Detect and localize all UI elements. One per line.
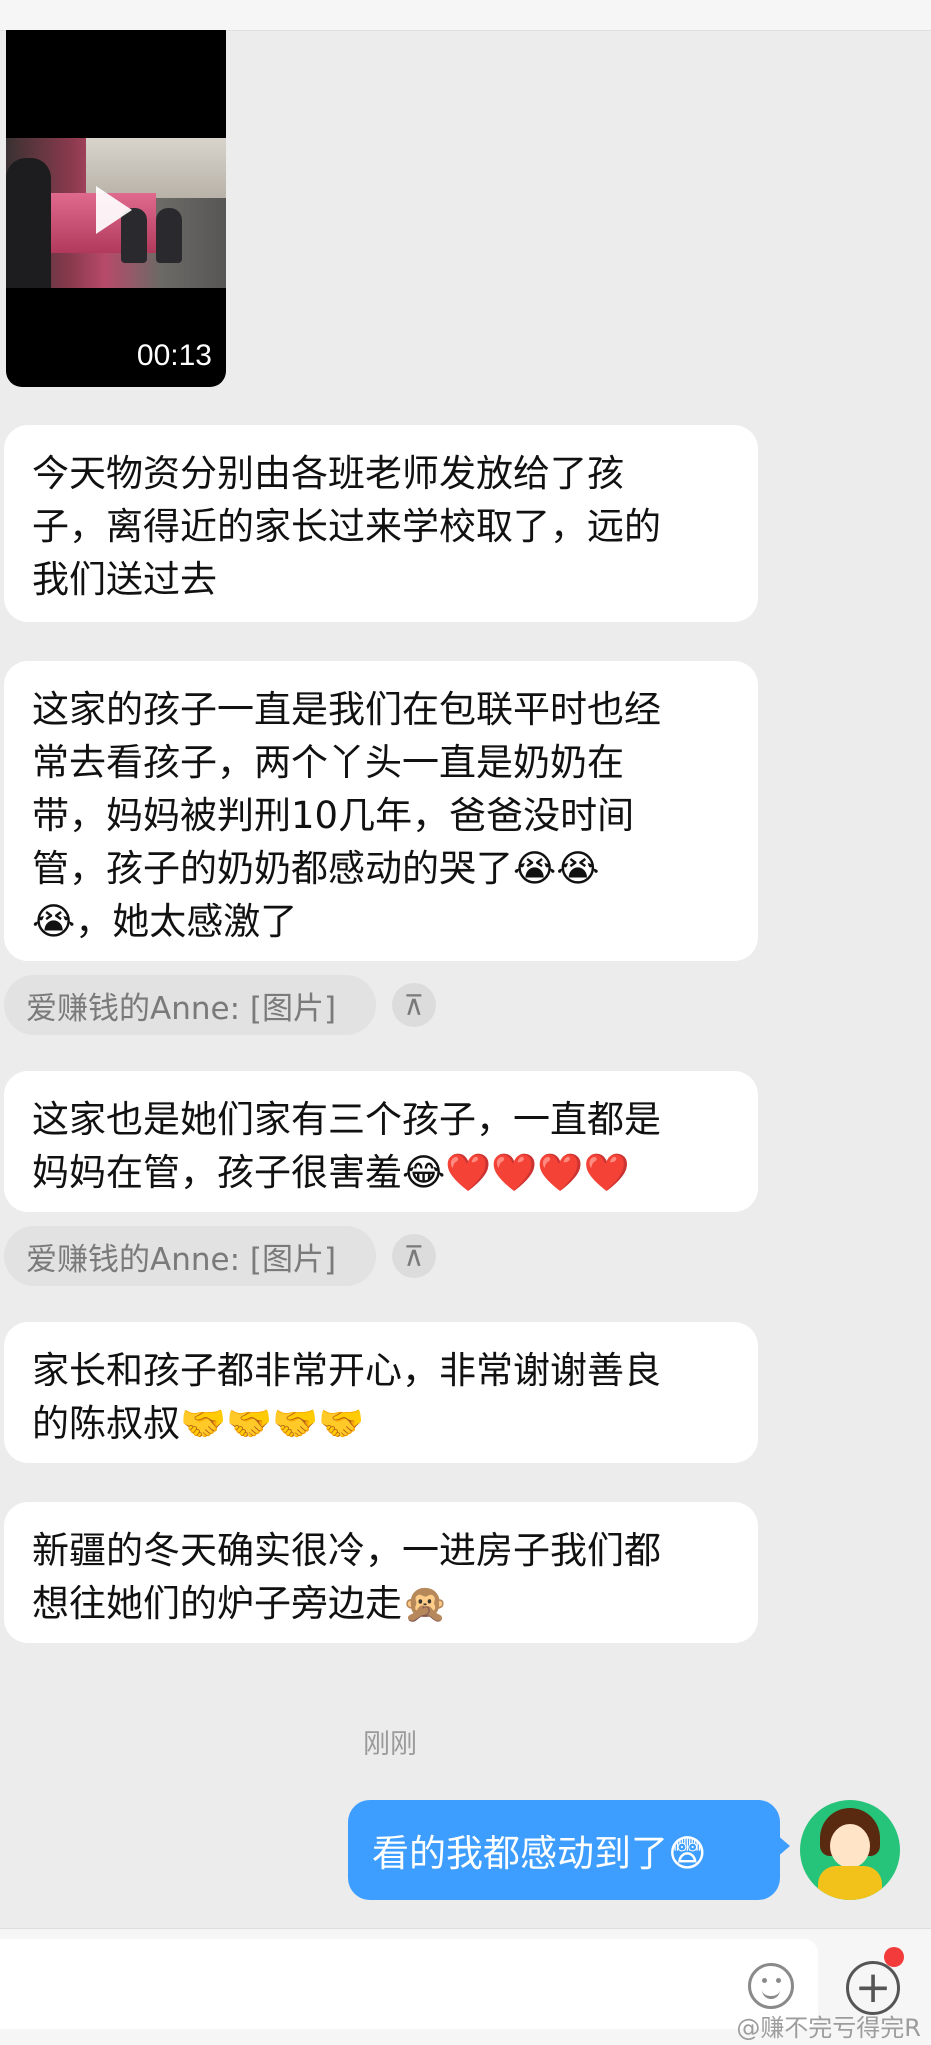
- message-input[interactable]: [0, 1939, 818, 2029]
- smiley-icon[interactable]: [748, 1963, 794, 2009]
- scroll-to-quote-icon[interactable]: ⊼: [392, 1234, 436, 1278]
- video-duration: 00:13: [136, 339, 212, 372]
- message-bubble[interactable]: 这家也是她们家有三个孩子，一直都是 妈妈在管，孩子很害羞😂❤️❤️❤️❤️: [4, 1071, 758, 1212]
- notification-dot: [884, 1947, 904, 1967]
- my-message-bubble[interactable]: 看的我都感动到了😨: [348, 1800, 780, 1900]
- avatar[interactable]: [800, 1800, 900, 1900]
- play-icon[interactable]: [96, 186, 132, 234]
- quoted-reply-text: 爱赚钱的Anne: [图片]: [26, 1241, 337, 1278]
- message-bubble[interactable]: 新疆的冬天确实很冷，一进房子我们都 想往她们的炉子旁边走🙊: [4, 1502, 758, 1643]
- message-line: 常去看孩子，两个丫头一直是奶奶在: [32, 741, 624, 784]
- quoted-reply[interactable]: 爱赚钱的Anne: [图片]: [4, 1226, 376, 1286]
- watermark: @赚不完亏得完R: [736, 2014, 921, 2042]
- bubble-tail: [776, 1834, 790, 1858]
- message-line: 带，妈妈被判刑10几年，爸爸没时间: [32, 794, 635, 837]
- my-message-text: 看的我都感动到了😨: [372, 1832, 707, 1875]
- plus-icon[interactable]: +: [846, 1961, 900, 2015]
- message-line: 子，离得近的家长过来学校取了，远的: [32, 505, 661, 548]
- message-line: 管，孩子的奶奶都感动的哭了😭😭: [32, 847, 600, 890]
- video-thumbnail: [6, 138, 226, 288]
- scroll-to-quote-icon[interactable]: ⊼: [392, 983, 436, 1027]
- message-line: 😭，她太感激了: [32, 900, 298, 943]
- message-line: 新疆的冬天确实很冷，一进房子我们都: [32, 1529, 661, 1572]
- message-line: 这家也是她们家有三个孩子，一直都是: [32, 1098, 661, 1141]
- quoted-reply[interactable]: 爱赚钱的Anne: [图片]: [4, 975, 376, 1035]
- message-line: 今天物资分别由各班老师发放给了孩: [32, 452, 624, 495]
- message-timestamp: 刚刚: [363, 1729, 417, 1760]
- message-line: 想往她们的炉子旁边走🙊: [32, 1582, 449, 1625]
- message-line: 我们送过去: [32, 558, 217, 601]
- message-line: 妈妈在管，孩子很害羞😂❤️❤️❤️❤️: [32, 1151, 630, 1194]
- video-message[interactable]: 00:13: [6, 30, 226, 387]
- message-line: 这家的孩子一直是我们在包联平时也经: [32, 688, 661, 731]
- message-line: 家长和孩子都非常开心，非常谢谢善良: [32, 1349, 661, 1392]
- message-bubble[interactable]: 家长和孩子都非常开心，非常谢谢善良 的陈叔叔🤝🤝🤝🤝: [4, 1322, 758, 1463]
- message-line: 的陈叔叔🤝🤝🤝🤝: [32, 1402, 365, 1445]
- message-bubble[interactable]: 今天物资分别由各班老师发放给了孩 子，离得近的家长过来学校取了，远的 我们送过去: [4, 425, 758, 622]
- message-bubble[interactable]: 这家的孩子一直是我们在包联平时也经 常去看孩子，两个丫头一直是奶奶在 带，妈妈被…: [4, 661, 758, 961]
- quoted-reply-text: 爱赚钱的Anne: [图片]: [26, 990, 337, 1027]
- top-bar: [0, 0, 931, 31]
